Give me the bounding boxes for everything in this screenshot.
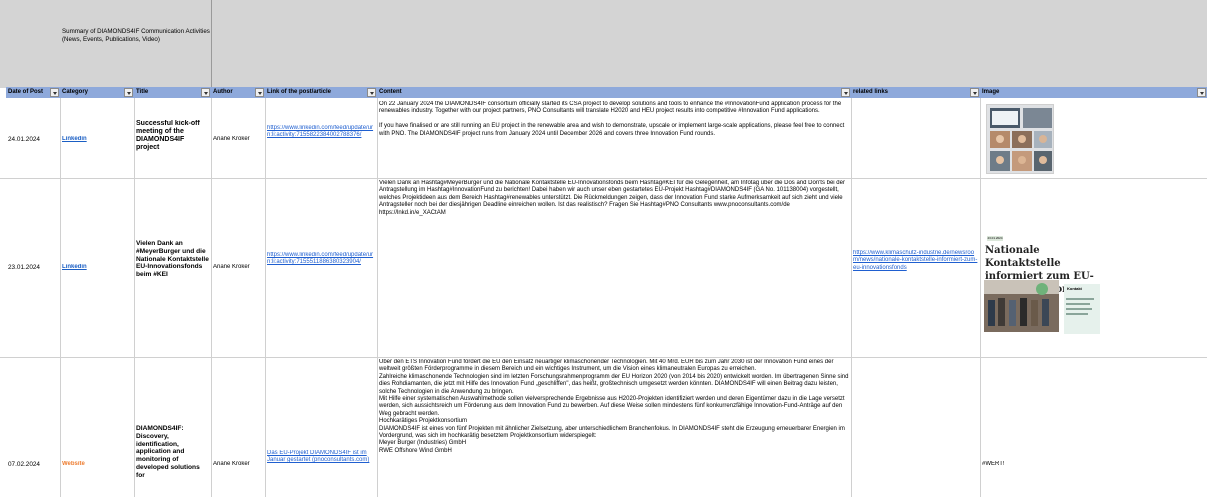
grid-line <box>60 98 61 497</box>
cell-content[interactable]: On 22 January 2024 the DIAMONDS4IF conso… <box>377 101 851 177</box>
article-photo-graphic <box>984 280 1100 334</box>
cell-post-link[interactable]: https://www.linkedin.com/feed/update/urn… <box>265 125 377 155</box>
grid-line <box>265 98 266 497</box>
grid-line <box>0 357 1207 358</box>
sheet-banner <box>0 0 1207 88</box>
header-category[interactable]: Category <box>60 87 134 98</box>
cell-category-link[interactable]: Linkedin <box>60 136 134 143</box>
cell-related-link[interactable]: https://www.klimaschutz-industrie.de/new… <box>851 250 980 288</box>
article-kontakt-label: Kontakt <box>1067 286 1082 291</box>
cell-title[interactable]: Successful kick-off meeting of the DIAMO… <box>134 120 211 166</box>
grid-line <box>980 98 981 497</box>
filter-dropdown-icon[interactable] <box>367 88 376 97</box>
news-article-image[interactable]: 23.01.2024 Nationale Kontaktstelle infor… <box>984 234 1100 354</box>
header-date[interactable]: Date of Post <box>6 87 60 98</box>
cell-image-error[interactable]: #WERT! <box>980 461 1100 468</box>
header-image[interactable]: Image <box>980 87 1207 98</box>
filter-dropdown-icon[interactable] <box>1197 88 1206 97</box>
cell-category-website[interactable]: Website <box>60 461 134 468</box>
cell-date[interactable]: 07.02.2024 <box>6 461 60 468</box>
grid-line <box>211 98 212 497</box>
sheet-title-line1: Summary of DIAMONDS4IF Communication Act… <box>62 28 210 35</box>
header-title[interactable]: Title <box>134 87 211 98</box>
header-author[interactable]: Author <box>211 87 265 98</box>
filter-dropdown-icon[interactable] <box>841 88 850 97</box>
article-date-tag: 23.01.2024 <box>987 236 1003 241</box>
header-content[interactable]: Content <box>377 87 851 98</box>
cell-title[interactable]: Vielen Dank an #MeyerBurger und die Nati… <box>134 240 211 296</box>
filter-dropdown-icon[interactable] <box>970 88 979 97</box>
banner-divider <box>211 0 212 88</box>
filter-dropdown-icon[interactable] <box>255 88 264 97</box>
filter-dropdown-icon[interactable] <box>50 88 59 97</box>
filter-dropdown-icon[interactable] <box>124 88 133 97</box>
cell-title[interactable]: DIAMONDS4IF: Discovery, identification, … <box>134 425 211 497</box>
sheet-title-line2: (News, Events, Publications, Video) <box>62 36 160 43</box>
cell-author[interactable]: Ariane Kroker <box>211 461 265 468</box>
cell-author[interactable]: Ariane Kroker <box>211 264 265 271</box>
cell-date[interactable]: 24.01.2024 <box>6 136 60 143</box>
cell-post-link[interactable]: https://www.linkedin.com/feed/update/urn… <box>265 252 377 282</box>
cell-author[interactable]: Ariane Kroker <box>211 136 265 143</box>
grid-line <box>851 98 852 497</box>
header-link[interactable]: Link of the post/article <box>265 87 377 98</box>
header-related-links[interactable]: related links <box>851 87 980 98</box>
cell-category-link[interactable]: Linkedin <box>60 264 134 271</box>
sheet-title[interactable]: Summary of DIAMONDS4IF Communication Act… <box>62 28 262 44</box>
cell-content[interactable]: Vielen Dank an Hashtag#MeyerBurger und d… <box>377 180 851 244</box>
grid-line <box>0 178 1207 179</box>
meeting-screenshot-image[interactable] <box>986 104 1054 174</box>
cell-content[interactable]: Über den ETS Innovation Fund fördert die… <box>377 359 851 497</box>
filter-dropdown-icon[interactable] <box>201 88 210 97</box>
cell-post-link[interactable]: Das EU-Projekt DIAMONDS4IF ist im Januar… <box>265 450 377 480</box>
cell-date[interactable]: 23.01.2024 <box>6 264 60 271</box>
meeting-collage-graphic <box>987 105 1053 173</box>
